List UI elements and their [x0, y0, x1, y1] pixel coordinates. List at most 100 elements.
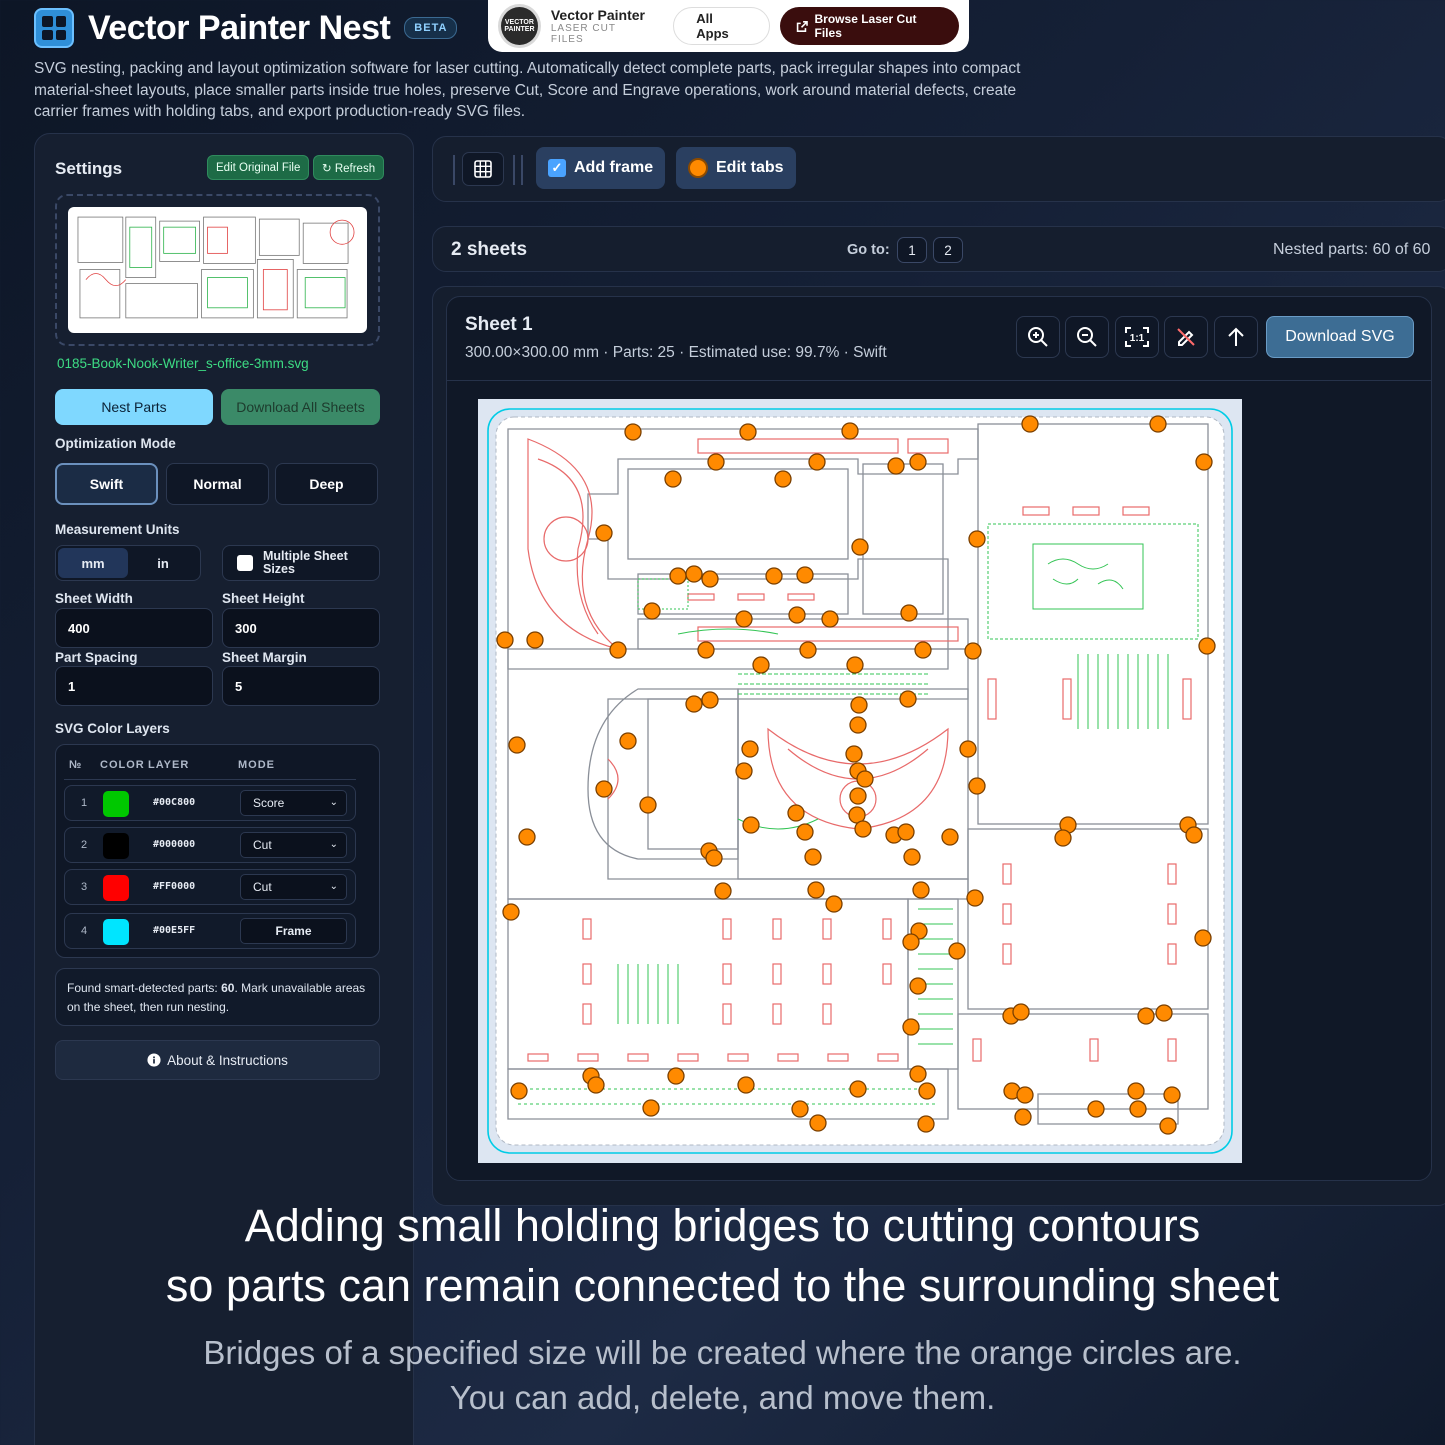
caption-line-2: so parts can remain connected to the sur… — [165, 1260, 1280, 1311]
layer-mode-select[interactable]: Cut ⌄ — [240, 832, 347, 858]
layer-mode-frame: Frame — [240, 918, 347, 944]
color-swatch[interactable] — [103, 833, 129, 859]
edit-tabs-label: Edit tabs — [716, 159, 784, 176]
refresh-button[interactable]: ↻ Refresh — [313, 155, 385, 180]
col-num-header: № — [69, 759, 83, 771]
nest-parts-button[interactable]: Nest Parts — [55, 389, 213, 425]
settings-title: Settings — [55, 159, 123, 178]
mode-normal-button[interactable]: Normal — [166, 463, 269, 505]
sheet-margin-input[interactable]: 5 — [222, 666, 380, 706]
unit-mm-button[interactable]: mm — [58, 548, 128, 578]
layer-hex: #000000 — [153, 839, 196, 850]
edit-tabs-button[interactable]: Edit tabs — [676, 147, 796, 189]
measurement-units-label: Measurement Units — [55, 522, 180, 537]
sheet-title: Sheet 1 — [465, 314, 533, 335]
caption-line-4: You can add, delete, and move them. — [449, 1379, 996, 1416]
move-up-button[interactable] — [1214, 316, 1258, 358]
layer-number: 2 — [81, 839, 88, 851]
color-layers-table: № COLOR LAYER MODE 1 #00C800 Score ⌄ 2 #0… — [55, 744, 380, 958]
brand-subtitle: LASER CUT FILES — [550, 23, 616, 45]
download-all-sheets-button[interactable]: Download All Sheets — [221, 389, 380, 425]
about-instructions-button[interactable]: About & Instructions — [55, 1040, 380, 1080]
chevron-down-icon: ⌄ — [329, 881, 338, 892]
zoom-in-icon — [1028, 327, 1048, 347]
external-link-icon — [796, 20, 808, 32]
edit-original-file-button[interactable]: Edit Original File — [207, 155, 310, 180]
download-svg-button[interactable]: Download SVG — [1266, 316, 1414, 358]
beta-badge: BETA — [404, 17, 458, 39]
layer-number: 4 — [81, 925, 88, 937]
optimization-mode-label: Optimization Mode — [55, 436, 176, 451]
found-prefix: Found smart-detected parts: — [67, 981, 222, 995]
vector-painter-logo-icon[interactable]: VECTOR PAINTER — [498, 4, 541, 48]
layer-number: 3 — [81, 881, 88, 893]
part-spacing-input[interactable]: 1 — [55, 666, 213, 706]
svg-text:1:1: 1:1 — [1130, 333, 1145, 344]
layer-number: 1 — [81, 797, 88, 809]
app-title: Vector Painter Nest — [88, 8, 391, 47]
sheets-navigation: 2 sheets Go to: 1 2 Nested parts: 60 of … — [432, 226, 1445, 272]
add-frame-checkbox[interactable]: ✓ — [548, 159, 566, 177]
layer-mode-select[interactable]: Score ⌄ — [240, 790, 347, 816]
add-frame-toggle[interactable]: ✓ Add frame — [536, 147, 666, 189]
detected-parts-info: Found smart-detected parts: 60. Mark una… — [55, 968, 380, 1026]
multiple-sheet-sizes-toggle[interactable]: Multiple Sheet Sizes — [222, 545, 380, 581]
zoom-in-button[interactable] — [1016, 316, 1060, 358]
grid-icon — [474, 160, 492, 178]
color-swatch[interactable] — [103, 875, 129, 901]
multiple-sheet-sizes-label: Multiple Sheet Sizes — [263, 549, 348, 576]
color-swatch[interactable] — [103, 791, 129, 817]
mode-swift-button[interactable]: Swift — [55, 463, 158, 505]
file-preview[interactable] — [55, 194, 380, 346]
grid-toggle-button[interactable] — [462, 152, 504, 186]
layer-mode-value: Cut — [253, 838, 272, 852]
all-apps-button[interactable]: All Apps — [673, 7, 770, 45]
goto-sheet-1-button[interactable]: 1 — [897, 237, 927, 263]
sheet-margin-label: Sheet Margin — [222, 650, 307, 665]
goto-sheet-2-button[interactable]: 2 — [933, 237, 963, 263]
col-color-header: COLOR — [100, 759, 145, 771]
units-toggle: mm in — [55, 545, 201, 581]
actual-size-button[interactable]: 1:1 — [1115, 316, 1159, 358]
color-swatch[interactable] — [103, 919, 129, 945]
caption-subtitle: Bridges of a specified size will be crea… — [0, 1330, 1445, 1420]
zoom-out-icon — [1077, 327, 1097, 347]
nested-layout[interactable] — [478, 399, 1242, 1163]
svg-color-layers-label: SVG Color Layers — [55, 721, 170, 736]
sheet-width-input[interactable]: 400 — [55, 608, 213, 648]
multiple-sheet-sizes-checkbox[interactable] — [237, 555, 253, 571]
add-frame-label: Add frame — [574, 159, 654, 176]
sheet-height-label: Sheet Height — [222, 591, 305, 606]
sheet-canvas[interactable] — [478, 399, 1242, 1163]
browse-laser-cut-files-button[interactable]: Browse Laser Cut Files — [779, 7, 960, 45]
layer-row: 3 #FF0000 Cut ⌄ — [64, 869, 356, 905]
app-logo-icon — [34, 8, 74, 48]
sheets-count: 2 sheets — [451, 239, 528, 260]
caption-line-3: Bridges of a specified size will be crea… — [203, 1334, 1242, 1371]
layer-mode-value: Score — [253, 796, 285, 810]
found-count: 60 — [221, 981, 235, 995]
actual-size-icon: 1:1 — [1125, 327, 1149, 347]
caption-headline: Adding small holding bridges to cutting … — [0, 1196, 1445, 1316]
file-name[interactable]: 0185-Book-Nook-Writer_s-office-3mm.svg — [57, 356, 309, 371]
chevron-down-icon: ⌄ — [329, 797, 338, 808]
sheet-height-input[interactable]: 300 — [222, 608, 380, 648]
file-preview-thumbnail — [77, 216, 355, 319]
layer-row: 2 #000000 Cut ⌄ — [64, 827, 356, 863]
sheet-width-label: Sheet Width — [55, 591, 133, 606]
info-icon — [147, 1053, 161, 1067]
zoom-out-button[interactable] — [1065, 316, 1109, 358]
layer-hex: #FF0000 — [153, 881, 196, 892]
unit-in-button[interactable]: in — [128, 548, 198, 578]
part-spacing-label: Part Spacing — [55, 650, 138, 665]
app-description: SVG nesting, packing and layout optimiza… — [34, 60, 1021, 120]
disable-edit-button[interactable] — [1164, 316, 1208, 358]
layer-row: 1 #00C800 Score ⌄ — [64, 785, 356, 821]
col-mode-header: MODE — [238, 759, 275, 771]
layer-hex: #00E5FF — [153, 925, 196, 936]
mode-deep-button[interactable]: Deep — [275, 463, 378, 505]
brand-bar: VECTOR PAINTER Vector Painter LASER CUT F… — [488, 0, 969, 52]
col-layer-header: LAYER — [148, 759, 190, 771]
layer-mode-select[interactable]: Cut ⌄ — [240, 874, 347, 900]
sheet-meta: 300.00×300.00 mm · Parts: 25 · Estimated… — [465, 344, 887, 361]
